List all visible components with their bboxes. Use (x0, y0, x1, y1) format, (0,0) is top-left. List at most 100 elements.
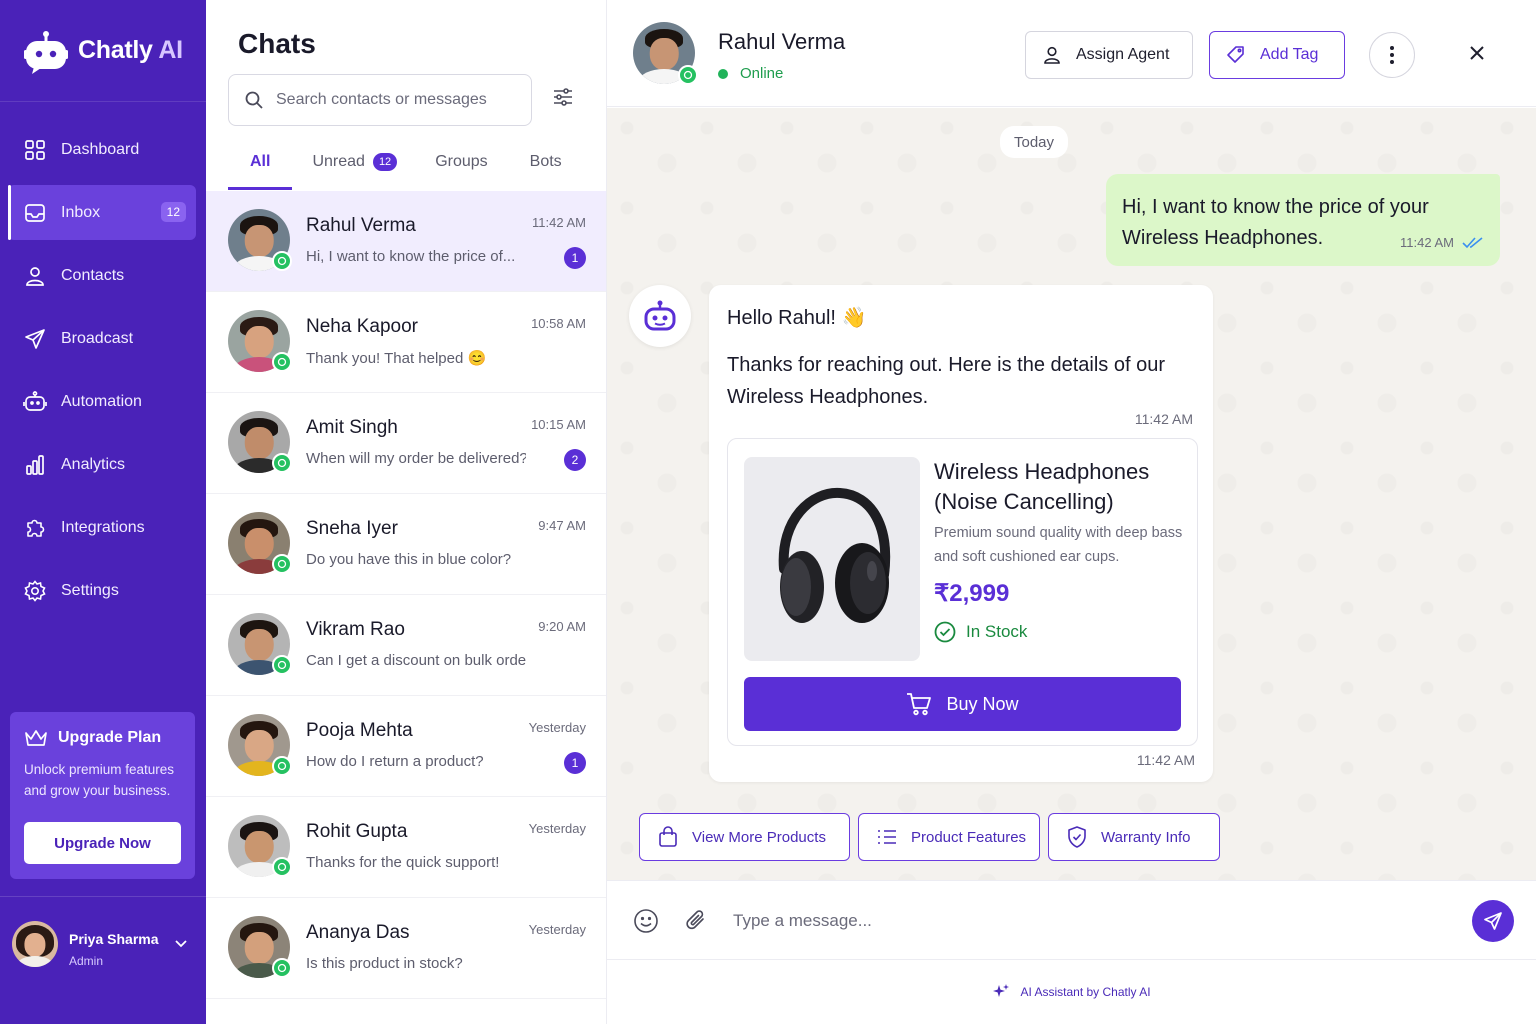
sidebar-item-settings[interactable]: Settings (8, 563, 196, 618)
filter-icon[interactable] (552, 86, 574, 108)
chat-time: 9:47 AM (538, 518, 586, 533)
sidebar-item-label: Contacts (61, 266, 125, 284)
brand-name: Chatly AI (78, 36, 183, 64)
product-image[interactable] (744, 457, 920, 661)
tab-all[interactable]: All (227, 150, 294, 190)
sidebar-item-contacts[interactable]: Contacts (8, 248, 196, 303)
chat-filter-tabs: All Unread 12 Groups Bots (227, 150, 588, 190)
chat-list-item[interactable]: Neha Kapoor Thank you! That helped 😊 10:58… (206, 292, 606, 393)
unread-badge: 1 (564, 752, 586, 774)
tab-bots[interactable]: Bots (530, 150, 562, 190)
add-tag-button[interactable]: Add Tag (1209, 31, 1345, 79)
page-title: Chats (238, 28, 316, 59)
sidebar-item-analytics[interactable]: Analytics (8, 437, 196, 492)
upgrade-now-button[interactable]: Upgrade Now (24, 822, 181, 864)
chat-list-item[interactable]: Ananya Das Is this product in stock? Yeste… (206, 898, 606, 999)
paperclip-icon[interactable] (683, 908, 709, 934)
chat-contact-name: Pooja Mehta (306, 720, 413, 741)
chat-contact-name: Neha Kapoor (306, 316, 418, 337)
close-icon[interactable] (1467, 43, 1487, 63)
whatsapp-icon (272, 655, 292, 675)
sparkle-icon (993, 984, 1010, 997)
more-options-button[interactable] (1369, 32, 1415, 78)
grid-icon (23, 138, 47, 162)
unread-badge: 2 (564, 449, 586, 471)
assign-agent-button[interactable]: Assign Agent (1025, 31, 1193, 79)
more-vertical-icon (1390, 46, 1394, 64)
crown-icon (25, 730, 47, 746)
bot-avatar (629, 285, 691, 347)
robot-icon (23, 390, 47, 414)
user-name: Priya Sharma (69, 931, 159, 947)
gear-icon (23, 579, 47, 603)
tab-groups[interactable]: Groups (435, 150, 487, 190)
sidebar-item-broadcast[interactable]: Broadcast (8, 311, 196, 366)
user-icon (1044, 46, 1060, 64)
chat-last-message: Can I get a discount on bulk order? (306, 652, 526, 669)
buy-now-button[interactable]: Buy Now (744, 677, 1181, 731)
brand[interactable]: Chatly AI (0, 0, 206, 102)
chat-time: Yesterday (528, 922, 586, 937)
unread-count-badge: 12 (372, 153, 398, 171)
sidebar-item-automation[interactable]: Automation (8, 374, 196, 429)
sidebar-item-inbox[interactable]: Inbox 12 (8, 185, 196, 240)
chat-contact-name: Sneha Iyer (306, 518, 398, 539)
send-icon (1484, 912, 1502, 930)
chat-last-message: When will my order be delivered? (306, 450, 526, 467)
quick-reply-warranty-info[interactable]: Warranty Info (1048, 813, 1220, 861)
current-user[interactable]: Priya Sharma Admin (0, 896, 206, 1024)
list-icon (878, 830, 896, 844)
chat-list-item[interactable]: Pooja Mehta How do I return a product? Yes… (206, 696, 606, 797)
chat-time: 11:42 AM (532, 215, 586, 230)
chat-last-message: Thanks for the quick support! (306, 854, 500, 871)
sidebar-item-integrations[interactable]: Integrations (8, 500, 196, 555)
contact-name: Rahul Verma (718, 29, 846, 54)
send-button[interactable] (1472, 900, 1514, 942)
incoming-message: Hello Rahul! 👋 Thanks for reaching out. … (709, 285, 1213, 782)
message-composer: Type a message... (607, 880, 1536, 960)
chat-list-item[interactable]: Amit Singh When will my order be delivere… (206, 393, 606, 494)
search-input[interactable]: Search contacts or messages (228, 74, 532, 126)
emoji-icon[interactable] (633, 908, 659, 934)
whatsapp-icon (272, 352, 292, 372)
chat-time: Yesterday (528, 821, 586, 836)
quick-reply-product-features[interactable]: Product Features (858, 813, 1040, 861)
inbox-icon (23, 201, 47, 225)
upgrade-text: Unlock premium features and grow your bu… (24, 762, 175, 798)
chat-time: 10:15 AM (531, 417, 586, 432)
quick-reply-view-more-products[interactable]: View More Products (639, 813, 850, 861)
chat-last-message: Is this product in stock? (306, 955, 463, 972)
chat-time: 9:20 AM (538, 619, 586, 634)
user-icon (23, 264, 47, 288)
tag-icon (1227, 46, 1244, 63)
chat-list-item[interactable]: Vikram Rao Can I get a discount on bulk o… (206, 595, 606, 696)
chat-contact-name: Vikram Rao (306, 619, 405, 640)
chevron-down-icon[interactable] (174, 939, 188, 949)
chat-list-panel: Chats Search contacts or messages All Un… (206, 0, 607, 1024)
conversation-header: Rahul Verma Online Assign Agent Add Tag (607, 0, 1536, 107)
chat-list-item[interactable]: Rahul Verma Hi, I want to know the price … (206, 191, 606, 292)
double-check-icon (1462, 236, 1483, 248)
chat-list-item[interactable]: Sneha Iyer Do you have this in blue color… (206, 494, 606, 595)
outgoing-message: Hi, I want to know the price of your Wir… (1106, 174, 1500, 266)
tab-unread[interactable]: Unread 12 (312, 150, 398, 190)
message-input[interactable]: Type a message... (733, 911, 872, 931)
message-text: Hi, I want to know the price of your Wir… (1122, 196, 1429, 249)
product-title: Wireless Headphones (Noise Cancelling) (934, 459, 1150, 514)
sidebar-item-label: Analytics (61, 455, 126, 473)
upgrade-title: Upgrade Plan (24, 728, 181, 748)
avatar (12, 921, 58, 967)
bar-chart-icon (23, 453, 47, 477)
sidebar-item-label: Automation (61, 392, 142, 410)
puzzle-icon (23, 516, 47, 540)
cart-icon (907, 693, 932, 716)
chat-list-item[interactable]: Rohit Gupta Thanks for the quick support!… (206, 797, 606, 898)
chat-time: Yesterday (528, 720, 586, 735)
product-description: Premium sound quality with deep bass and… (934, 525, 1183, 565)
sidebar-item-dashboard[interactable]: Dashboard (8, 122, 196, 177)
chat-last-message: Hi, I want to know the price of... (306, 248, 516, 265)
unread-badge: 1 (564, 247, 586, 269)
chat-last-message: How do I return a product? (306, 753, 484, 770)
product-price: ₹2,999 (934, 580, 1010, 607)
whatsapp-icon (272, 554, 292, 574)
